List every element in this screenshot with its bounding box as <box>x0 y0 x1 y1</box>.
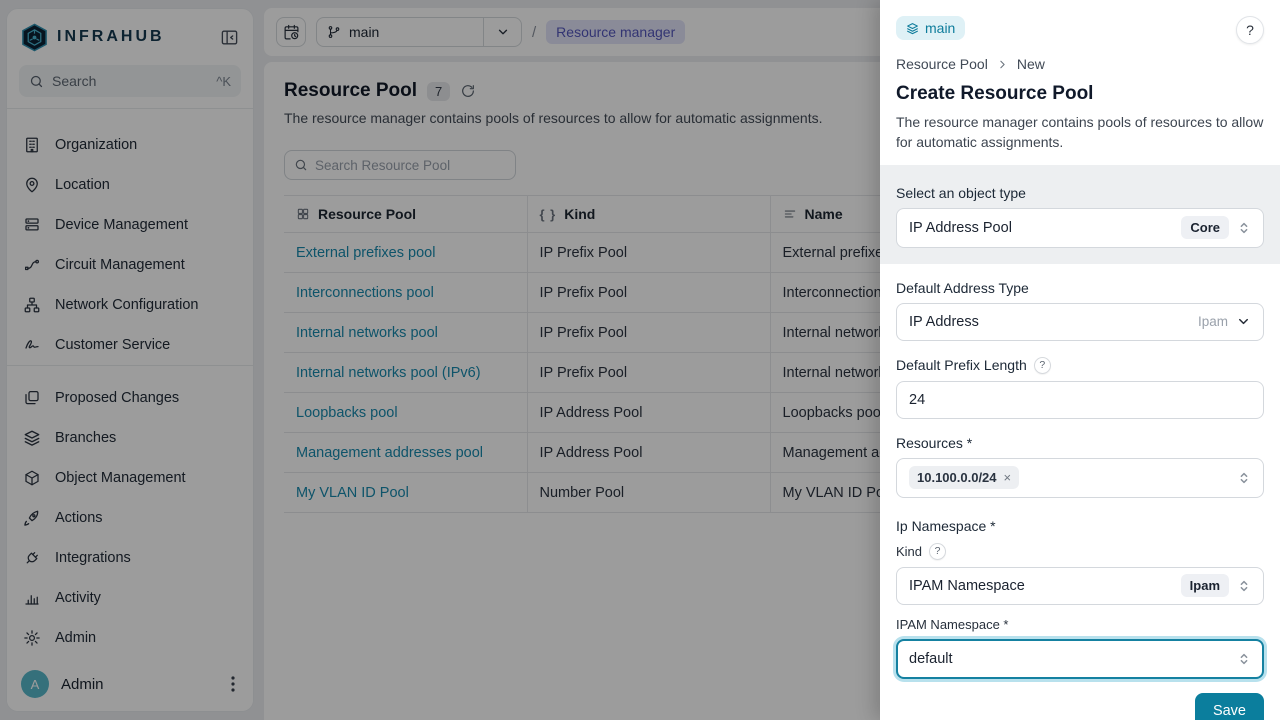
drawer-header: main ? Resource Pool New Create Resource… <box>880 0 1280 165</box>
breadcrumb-new: New <box>1017 56 1045 72</box>
chevron-updown-icon <box>1237 470 1251 486</box>
resources-label: Resources * <box>896 435 1264 451</box>
default-prefix-length-label: Default Prefix Length ? <box>896 357 1264 374</box>
kind-select[interactable]: IPAM Namespace Ipam <box>896 567 1264 605</box>
save-button[interactable]: Save <box>1195 693 1264 720</box>
remove-chip-icon[interactable]: × <box>1004 470 1012 485</box>
default-address-type-select[interactable]: IP Address Ipam <box>896 303 1264 341</box>
chevron-updown-icon <box>1237 651 1251 667</box>
kind-hint: Ipam <box>1198 314 1228 329</box>
drawer-title: Create Resource Pool <box>896 83 1264 105</box>
ipam-badge: Ipam <box>1181 574 1229 597</box>
ipam-namespace-label: IPAM Namespace * <box>896 617 1264 632</box>
drawer-description: The resource manager contains pools of r… <box>896 112 1264 153</box>
drawer-form: Default Address Type IP Address Ipam Def… <box>880 264 1280 679</box>
object-type-section: Select an object type IP Address Pool Co… <box>880 165 1280 264</box>
drawer-footer: Save <box>880 679 1280 720</box>
drawer-breadcrumb: Resource Pool New <box>896 56 1264 72</box>
chevron-updown-icon <box>1237 578 1251 594</box>
default-prefix-length-input[interactable] <box>896 381 1264 419</box>
object-type-label: Select an object type <box>896 185 1264 201</box>
branch-badge: main <box>896 16 965 40</box>
kind-label: Kind ? <box>896 543 1264 560</box>
breadcrumb-resource-pool[interactable]: Resource Pool <box>896 56 988 72</box>
default-address-type-label: Default Address Type <box>896 280 1264 296</box>
help-button[interactable]: ? <box>1236 16 1264 44</box>
chevron-down-icon <box>1236 314 1251 329</box>
help-icon[interactable]: ? <box>1034 357 1051 374</box>
layers-icon <box>906 22 919 35</box>
chevron-right-icon <box>996 58 1009 71</box>
ipam-namespace-select[interactable]: default <box>896 639 1264 679</box>
resource-chip: 10.100.0.0/24 × <box>909 466 1019 489</box>
create-resource-pool-drawer: main ? Resource Pool New Create Resource… <box>880 0 1280 720</box>
chevron-updown-icon <box>1237 220 1251 236</box>
ip-namespace-label: Ip Namespace * <box>896 518 1264 534</box>
core-badge: Core <box>1181 216 1229 239</box>
resources-multiselect[interactable]: 10.100.0.0/24 × <box>896 458 1264 498</box>
object-type-select[interactable]: IP Address Pool Core <box>896 208 1264 248</box>
help-icon[interactable]: ? <box>929 543 946 560</box>
